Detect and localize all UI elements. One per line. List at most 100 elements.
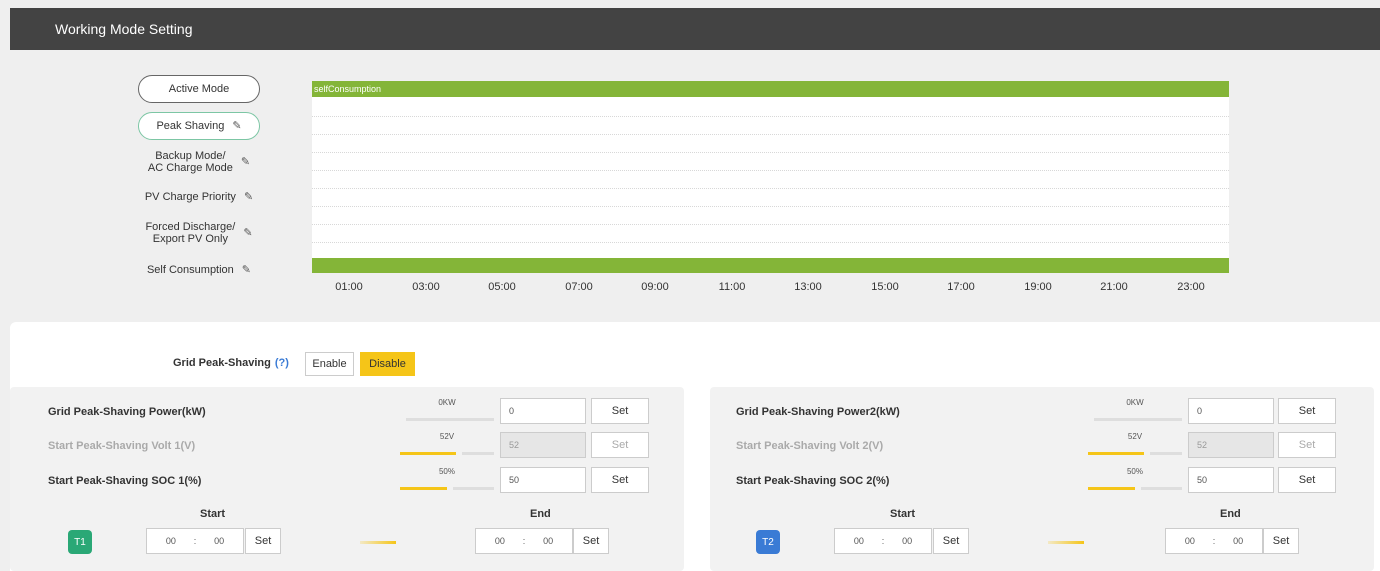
self-consumption-bar-label: selfConsumption bbox=[314, 84, 382, 94]
volt2-input: 52 bbox=[1188, 432, 1274, 458]
slider-gap bbox=[1135, 486, 1141, 491]
start-set-button[interactable]: Set bbox=[933, 528, 969, 554]
self-consumption-top-bar: selfConsumption bbox=[312, 81, 1229, 97]
time-tick: 09:00 bbox=[641, 281, 669, 293]
soc-slider-value: 50% bbox=[438, 467, 455, 476]
time-tick: 01:00 bbox=[335, 281, 363, 293]
power2-slider-value: 0KW bbox=[1126, 398, 1144, 407]
pv-charge-priority-label: PV Charge Priority bbox=[144, 191, 236, 203]
slider-gap bbox=[1088, 417, 1094, 422]
grid-line bbox=[312, 188, 1229, 189]
end-time-input[interactable]: 00: 00 bbox=[1165, 528, 1263, 554]
grid-line bbox=[312, 224, 1229, 225]
grid-line bbox=[312, 242, 1229, 243]
grid-line bbox=[312, 134, 1229, 135]
soc2-input[interactable]: 50 bbox=[1188, 467, 1274, 493]
volt2-label: Start Peak-Shaving Volt 2(V) bbox=[736, 440, 884, 452]
volt-slider: 52V bbox=[400, 432, 494, 462]
pencil-icon[interactable]: ✎ bbox=[232, 120, 241, 132]
volt2-set-button: Set bbox=[1278, 432, 1336, 458]
start-minute[interactable]: 00 bbox=[214, 536, 224, 546]
time-tick: 03:00 bbox=[412, 281, 440, 293]
mode-area: Active Mode Peak Shaving ✎ Backup Mode/A… bbox=[10, 50, 1380, 322]
peak-shaving-label: Peak Shaving bbox=[156, 120, 225, 132]
start-time-input[interactable]: 00: 00 bbox=[146, 528, 244, 554]
soc2-set-button[interactable]: Set bbox=[1278, 467, 1336, 493]
disable-button[interactable]: Disable bbox=[360, 352, 415, 376]
page-title: Working Mode Setting bbox=[55, 21, 193, 37]
slider-gap bbox=[447, 486, 453, 491]
peak-shaving-panel-2: Grid Peak-Shaving Power2(kW) 0KW 0 Set S… bbox=[710, 387, 1374, 571]
slider-fill bbox=[1088, 487, 1135, 490]
slider-track bbox=[1088, 418, 1182, 421]
start-minute[interactable]: 00 bbox=[902, 536, 912, 546]
start-time-input[interactable]: 00: 00 bbox=[834, 528, 932, 554]
time-colon: : bbox=[1212, 536, 1216, 546]
volt-input: 52 bbox=[500, 432, 586, 458]
end-header: End bbox=[530, 508, 551, 520]
t2-badge: T2 bbox=[756, 530, 780, 554]
end-hour[interactable]: 00 bbox=[495, 536, 505, 546]
peak-shaving-button[interactable]: Peak Shaving ✎ bbox=[138, 112, 260, 140]
soc-set-button[interactable]: Set bbox=[591, 467, 649, 493]
volt-label: Start Peak-Shaving Volt 1(V) bbox=[48, 440, 196, 452]
end-time-input[interactable]: 00: 00 bbox=[475, 528, 573, 554]
slider-fill bbox=[400, 452, 456, 455]
power2-input[interactable]: 0 bbox=[1188, 398, 1274, 424]
power-slider[interactable]: 0KW bbox=[400, 398, 494, 428]
volt-set-button: Set bbox=[591, 432, 649, 458]
grid-line bbox=[312, 116, 1229, 117]
pencil-icon[interactable]: ✎ bbox=[242, 264, 251, 276]
pencil-icon[interactable]: ✎ bbox=[243, 227, 252, 239]
soc-label: Start Peak-Shaving SOC 1(%) bbox=[48, 475, 202, 487]
power2-slider[interactable]: 0KW bbox=[1088, 398, 1182, 428]
slider-track bbox=[400, 418, 494, 421]
soc-input[interactable]: 50 bbox=[500, 467, 586, 493]
start-header: Start bbox=[890, 508, 916, 520]
forced-discharge-label: Forced Discharge/Export PV Only bbox=[145, 221, 235, 245]
forced-discharge-button[interactable]: Forced Discharge/Export PV Only ✎ bbox=[138, 219, 260, 247]
volt2-slider: 52V bbox=[1088, 432, 1182, 462]
power-set-button[interactable]: Set bbox=[591, 398, 649, 424]
self-consumption-button[interactable]: Self Consumption ✎ bbox=[138, 256, 260, 284]
power-slider-value: 0KW bbox=[438, 398, 456, 407]
soc2-label: Start Peak-Shaving SOC 2(%) bbox=[736, 475, 890, 487]
grid-peak-shaving-text: Grid Peak-Shaving bbox=[173, 357, 271, 369]
end-set-button[interactable]: Set bbox=[1263, 528, 1299, 554]
time-colon: : bbox=[881, 536, 885, 546]
forced-line2: Export PV Only bbox=[152, 233, 228, 245]
active-mode-button[interactable]: Active Mode bbox=[138, 75, 260, 103]
time-tick: 17:00 bbox=[947, 281, 975, 293]
backup-mode-label: Backup Mode/AC Charge Mode bbox=[148, 150, 233, 174]
schedule-chart: selfConsumption bbox=[312, 81, 1229, 273]
end-hour[interactable]: 00 bbox=[1185, 536, 1195, 546]
end-minute[interactable]: 00 bbox=[543, 536, 553, 546]
power2-set-button[interactable]: Set bbox=[1278, 398, 1336, 424]
power2-label: Grid Peak-Shaving Power2(kW) bbox=[736, 406, 900, 418]
time-tick: 05:00 bbox=[488, 281, 516, 293]
soc2-slider-value: 50% bbox=[1126, 467, 1143, 476]
start-hour[interactable]: 00 bbox=[854, 536, 864, 546]
start-set-button[interactable]: Set bbox=[245, 528, 281, 554]
pencil-icon[interactable]: ✎ bbox=[244, 191, 253, 203]
soc2-slider[interactable]: 50% bbox=[1088, 467, 1182, 497]
slider-gap bbox=[1144, 451, 1150, 456]
pencil-icon[interactable]: ✎ bbox=[241, 156, 250, 168]
enable-button[interactable]: Enable bbox=[305, 352, 354, 376]
slider-fill bbox=[1088, 452, 1144, 455]
pv-charge-priority-button[interactable]: PV Charge Priority ✎ bbox=[138, 183, 260, 211]
slider-fill bbox=[400, 487, 447, 490]
help-icon[interactable]: (?) bbox=[275, 357, 289, 369]
grid-line bbox=[312, 206, 1229, 207]
start-hour[interactable]: 00 bbox=[166, 536, 176, 546]
power-input[interactable]: 0 bbox=[500, 398, 586, 424]
backup-line2: AC Charge Mode bbox=[147, 162, 233, 174]
self-consumption-label: Self Consumption bbox=[146, 264, 234, 276]
soc-slider[interactable]: 50% bbox=[400, 467, 494, 497]
end-minute[interactable]: 00 bbox=[1233, 536, 1243, 546]
peak-shaving-panel-1: Grid Peak-Shaving Power(kW) 0KW 0 Set St… bbox=[10, 387, 684, 571]
backup-mode-button[interactable]: Backup Mode/AC Charge Mode ✎ bbox=[138, 148, 260, 176]
time-tick: 13:00 bbox=[794, 281, 822, 293]
end-set-button[interactable]: Set bbox=[573, 528, 609, 554]
time-tick: 07:00 bbox=[565, 281, 593, 293]
